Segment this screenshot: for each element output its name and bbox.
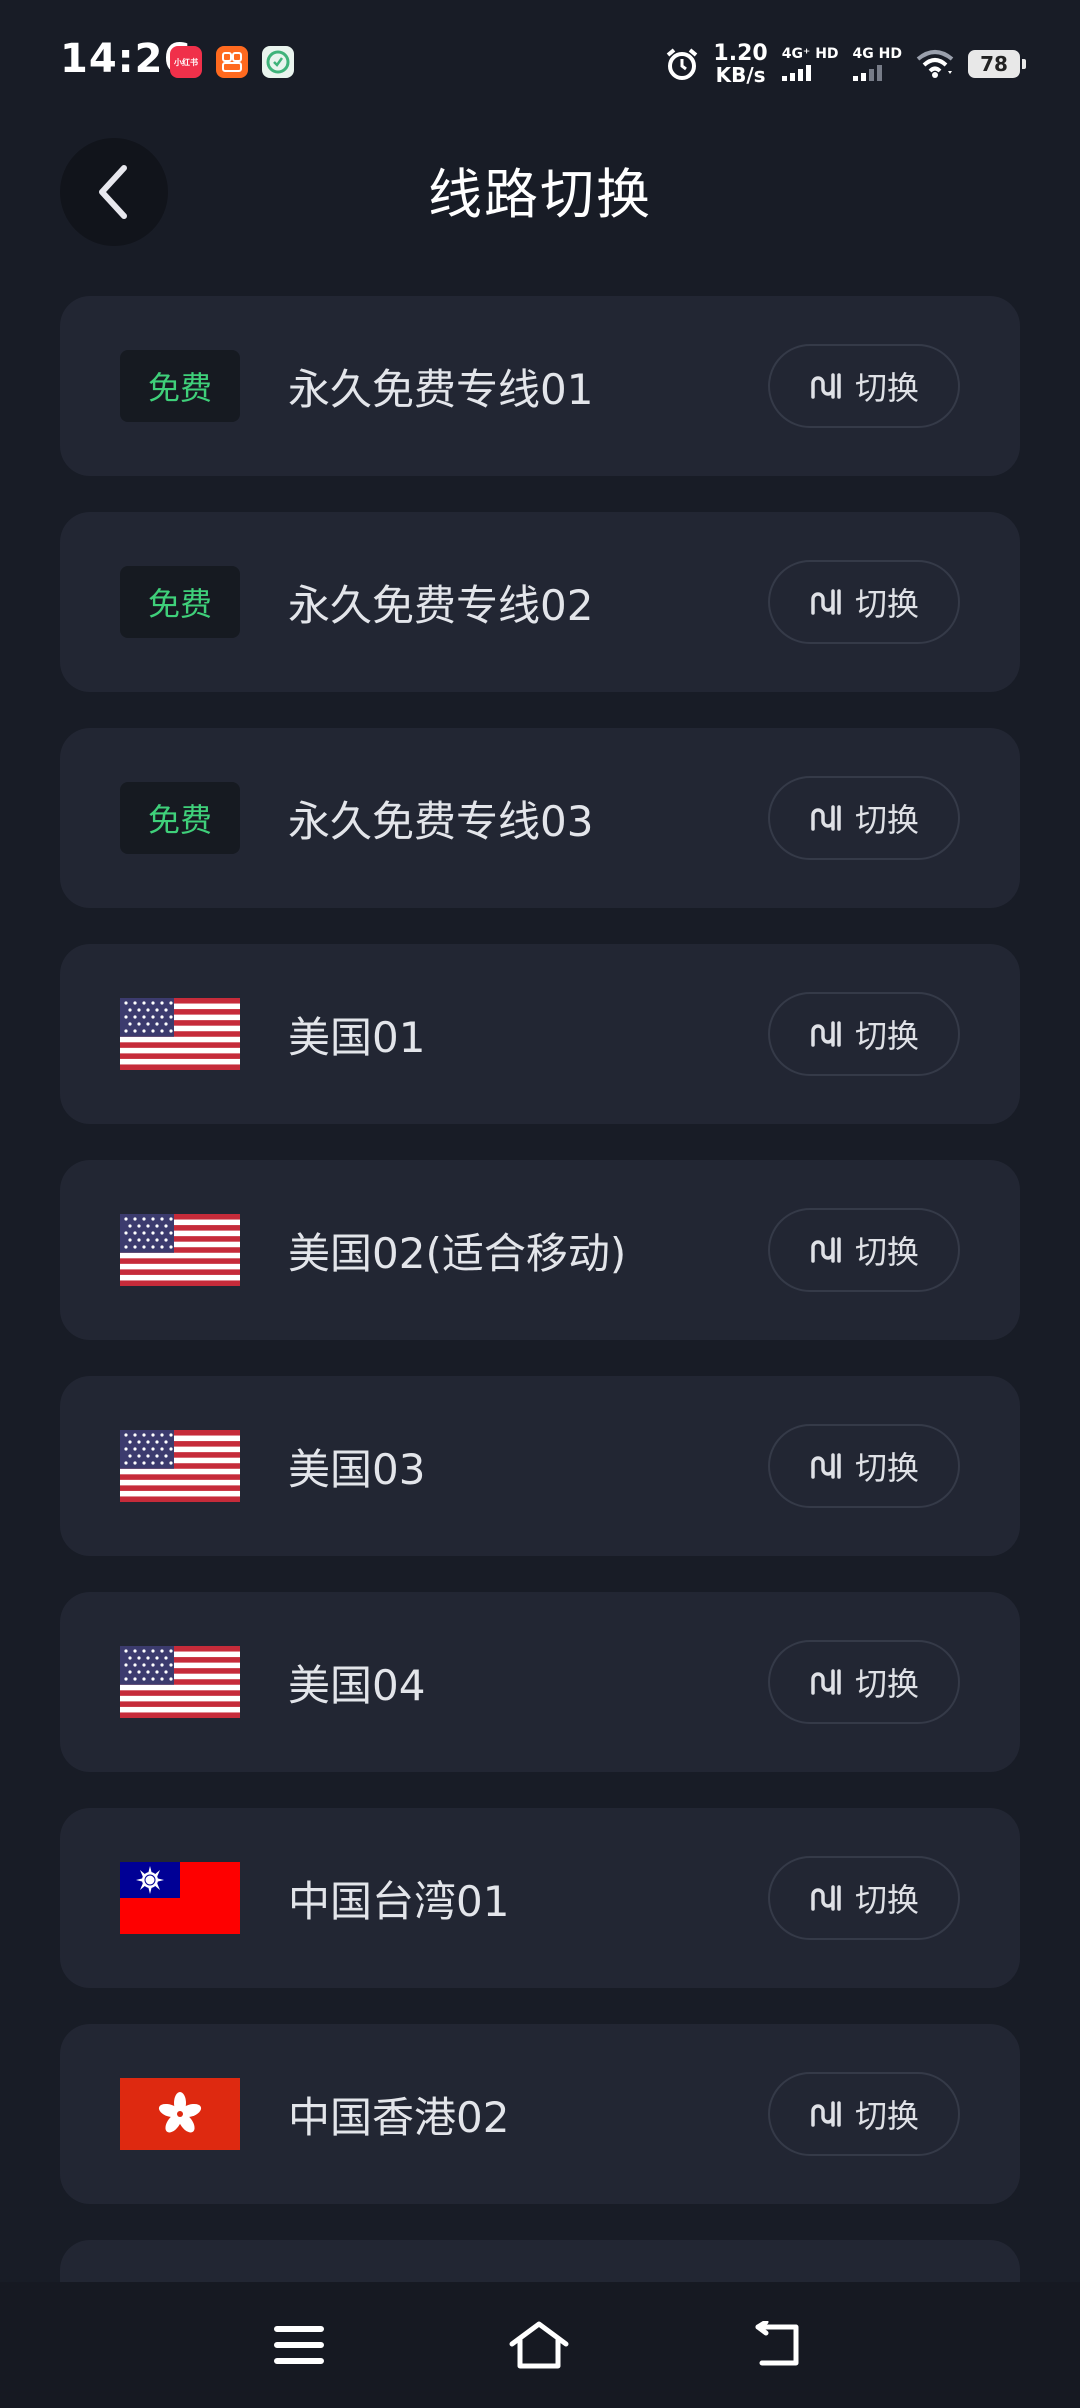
home-icon [509, 2321, 569, 2369]
taiwan-flag-icon [120, 1862, 240, 1934]
route-card[interactable]: 美国02(适合移动) 切换 [60, 1160, 1020, 1340]
alarm-icon [667, 48, 698, 80]
route-name: 永久免费专线02 [288, 581, 594, 630]
switch-route-button[interactable]: 切换 [768, 992, 960, 1076]
route-name: 美国01 [288, 1013, 426, 1062]
route-card[interactable]: 美国03 切换 [60, 1376, 1020, 1556]
home-button[interactable] [506, 2312, 572, 2378]
us-flag-icon [120, 1646, 240, 1718]
route-name: 中国台湾01 [288, 1877, 510, 1926]
switch-route-button[interactable]: 切换 [768, 560, 960, 644]
signal-bars-icon [781, 65, 811, 81]
route-name: 美国02(适合移动) [288, 1229, 627, 1278]
switch-icon [811, 1453, 841, 1479]
route-name: 永久免费专线01 [288, 365, 594, 414]
switch-icon [811, 1237, 841, 1263]
switch-icon [811, 805, 841, 831]
route-card[interactable]: 美国04 切换 [60, 1592, 1020, 1772]
green-app-icon [262, 46, 294, 78]
switch-icon [811, 373, 841, 399]
switch-icon [811, 1885, 841, 1911]
switch-route-button[interactable]: 切换 [768, 1424, 960, 1508]
battery-indicator: 78 [968, 50, 1026, 78]
taobao-app-icon [216, 46, 248, 78]
screen: 14:26 小红书 1.20 KB/s 4G⁺ HD 4G HD 78 线路切换… [0, 0, 1080, 2408]
route-card[interactable]: 免费 永久免费专线01 切换 [60, 296, 1020, 476]
switch-route-button[interactable]: 切换 [768, 1856, 960, 1940]
route-name: 美国03 [288, 1445, 426, 1494]
switch-icon [811, 1021, 841, 1047]
switch-icon [811, 1669, 841, 1695]
route-name: 美国04 [288, 1661, 426, 1710]
sim2-signal: 4G HD [852, 47, 902, 81]
switch-route-button[interactable]: 切换 [768, 1208, 960, 1292]
free-badge: 免费 [120, 782, 240, 854]
route-card[interactable]: 中国台湾01 切换 [60, 1808, 1020, 1988]
sim1-signal: 4G⁺ HD [781, 47, 839, 81]
route-card[interactable]: 免费 永久免费专线03 切换 [60, 728, 1020, 908]
route-name: 中国香港02 [288, 2093, 510, 2142]
us-flag-icon [120, 1430, 240, 1502]
route-name: 永久免费专线03 [288, 797, 594, 846]
menu-button[interactable] [266, 2312, 332, 2378]
wifi-icon [916, 50, 954, 78]
page-title: 线路切换 [428, 163, 652, 226]
status-bar: 14:26 小红书 1.20 KB/s 4G⁺ HD 4G HD 78 [0, 0, 1080, 128]
route-card-partial[interactable] [60, 2240, 1020, 2282]
switch-icon [811, 2101, 841, 2127]
signal-bars-icon [852, 65, 882, 81]
back-arrow-icon [755, 2321, 799, 2366]
switch-route-button[interactable]: 切换 [768, 776, 960, 860]
notification-app-icons: 小红书 [170, 46, 294, 78]
route-card[interactable]: 免费 永久免费专线02 切换 [60, 512, 1020, 692]
network-speed: 1.20 KB/s [713, 41, 768, 87]
free-badge: 免费 [120, 350, 240, 422]
xiaohongshu-app-icon: 小红书 [170, 46, 202, 78]
us-flag-icon [120, 998, 240, 1070]
menu-icon [274, 2326, 324, 2364]
hong-kong-flag-icon [120, 2078, 240, 2150]
us-flag-icon [120, 1214, 240, 1286]
switch-route-button[interactable]: 切换 [768, 2072, 960, 2156]
route-list[interactable]: 免费 永久免费专线01 切换 免费 永久免费专线02 切换 免费 永久免费专线0… [60, 296, 1020, 2282]
route-card[interactable]: 美国01 切换 [60, 944, 1020, 1124]
switch-route-button[interactable]: 切换 [768, 1640, 960, 1724]
free-badge: 免费 [120, 566, 240, 638]
back-nav-button[interactable] [746, 2312, 812, 2378]
system-nav-bar [0, 2282, 1080, 2408]
status-indicators: 1.20 KB/s 4G⁺ HD 4G HD 78 [665, 40, 1026, 88]
switch-icon [811, 589, 841, 615]
switch-route-button[interactable]: 切换 [768, 344, 960, 428]
route-card[interactable]: 中国香港02 切换 [60, 2024, 1020, 2204]
